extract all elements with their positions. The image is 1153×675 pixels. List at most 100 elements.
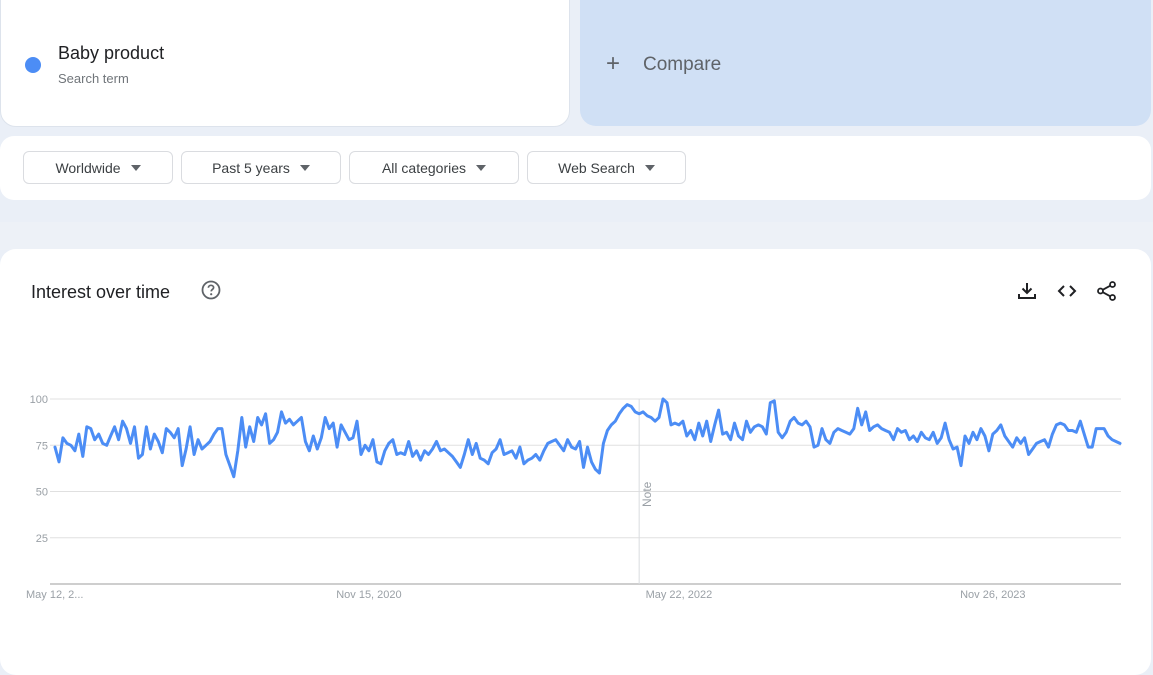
data-point[interactable]: [228, 464, 232, 468]
data-point[interactable]: [896, 427, 900, 431]
data-point[interactable]: [590, 460, 594, 464]
data-point[interactable]: [291, 423, 295, 427]
data-point[interactable]: [1047, 445, 1051, 449]
data-point[interactable]: [129, 441, 133, 445]
data-point[interactable]: [923, 436, 927, 440]
data-point[interactable]: [355, 419, 359, 423]
data-point[interactable]: [427, 453, 431, 457]
data-point[interactable]: [804, 419, 808, 423]
data-point[interactable]: [840, 429, 844, 433]
data-point[interactable]: [582, 465, 586, 469]
data-point[interactable]: [303, 440, 307, 444]
data-point[interactable]: [979, 427, 983, 431]
data-point[interactable]: [1019, 441, 1023, 445]
data-point[interactable]: [113, 425, 117, 429]
data-point[interactable]: [240, 416, 244, 420]
data-point[interactable]: [741, 438, 745, 442]
data-point[interactable]: [522, 462, 526, 466]
data-point[interactable]: [482, 458, 486, 462]
data-point[interactable]: [566, 438, 570, 442]
data-point[interactable]: [486, 462, 490, 466]
search-term-name[interactable]: Baby product: [58, 43, 164, 64]
data-point[interactable]: [768, 401, 772, 405]
data-point[interactable]: [1114, 440, 1118, 444]
data-point[interactable]: [745, 419, 749, 423]
data-point[interactable]: [872, 425, 876, 429]
data-point[interactable]: [379, 462, 383, 466]
data-point[interactable]: [125, 427, 129, 431]
data-point[interactable]: [915, 440, 919, 444]
data-point[interactable]: [156, 440, 160, 444]
data-point[interactable]: [927, 438, 931, 442]
data-point[interactable]: [1062, 423, 1066, 427]
data-point[interactable]: [280, 410, 284, 414]
data-point[interactable]: [987, 449, 991, 453]
data-point[interactable]: [991, 432, 995, 436]
data-point[interactable]: [681, 419, 685, 423]
data-point[interactable]: [729, 438, 733, 442]
data-point[interactable]: [748, 430, 752, 434]
data-point[interactable]: [792, 416, 796, 420]
data-point[interactable]: [649, 416, 653, 420]
data-point[interactable]: [546, 441, 550, 445]
data-point[interactable]: [752, 425, 756, 429]
data-point[interactable]: [212, 432, 216, 436]
data-point[interactable]: [586, 445, 590, 449]
data-point[interactable]: [1003, 434, 1007, 438]
data-point[interactable]: [816, 443, 820, 447]
data-point[interactable]: [478, 456, 482, 460]
data-point[interactable]: [705, 419, 709, 423]
interest-over-time-chart[interactable]: 25 50 75 100 Note May 12, 2... Nov 15, 2020 May…: [0, 249, 1151, 675]
data-point[interactable]: [339, 423, 343, 427]
data-point[interactable]: [903, 429, 907, 433]
data-point[interactable]: [327, 427, 331, 431]
data-point[interactable]: [645, 414, 649, 418]
data-point[interactable]: [466, 438, 470, 442]
data-point[interactable]: [971, 430, 975, 434]
data-point[interactable]: [1043, 438, 1047, 442]
data-point[interactable]: [224, 453, 228, 457]
data-point[interactable]: [939, 436, 943, 440]
data-point[interactable]: [77, 432, 81, 436]
data-point[interactable]: [562, 449, 566, 453]
data-point[interactable]: [959, 464, 963, 468]
data-point[interactable]: [995, 429, 999, 433]
data-point[interactable]: [204, 443, 208, 447]
data-point[interactable]: [756, 423, 760, 427]
filter-time-range-dropdown[interactable]: Past 5 years: [181, 151, 341, 184]
data-point[interactable]: [884, 429, 888, 433]
data-point[interactable]: [160, 451, 164, 455]
data-point[interactable]: [200, 447, 204, 451]
data-point[interactable]: [713, 423, 717, 427]
data-point[interactable]: [152, 432, 156, 436]
data-point[interactable]: [117, 438, 121, 442]
data-point[interactable]: [442, 447, 446, 451]
data-point[interactable]: [911, 434, 915, 438]
data-point[interactable]: [411, 454, 415, 458]
data-point[interactable]: [864, 410, 868, 414]
data-point[interactable]: [256, 416, 260, 420]
data-point[interactable]: [975, 438, 979, 442]
data-point[interactable]: [999, 423, 1003, 427]
data-point[interactable]: [510, 449, 514, 453]
data-point[interactable]: [415, 449, 419, 453]
data-point[interactable]: [1106, 434, 1110, 438]
data-point[interactable]: [383, 449, 387, 453]
data-point[interactable]: [109, 434, 113, 438]
data-point[interactable]: [597, 471, 601, 475]
data-point[interactable]: [943, 421, 947, 425]
data-point[interactable]: [800, 423, 804, 427]
data-point[interactable]: [983, 434, 987, 438]
data-point[interactable]: [144, 425, 148, 429]
data-point[interactable]: [450, 454, 454, 458]
data-point[interactable]: [439, 449, 443, 453]
data-point[interactable]: [653, 419, 657, 423]
data-point[interactable]: [709, 440, 713, 444]
data-point[interactable]: [657, 416, 661, 420]
data-point[interactable]: [526, 458, 530, 462]
data-point[interactable]: [868, 429, 872, 433]
data-point[interactable]: [1094, 427, 1098, 431]
data-point[interactable]: [880, 427, 884, 431]
data-point[interactable]: [65, 441, 69, 445]
data-point[interactable]: [311, 434, 315, 438]
